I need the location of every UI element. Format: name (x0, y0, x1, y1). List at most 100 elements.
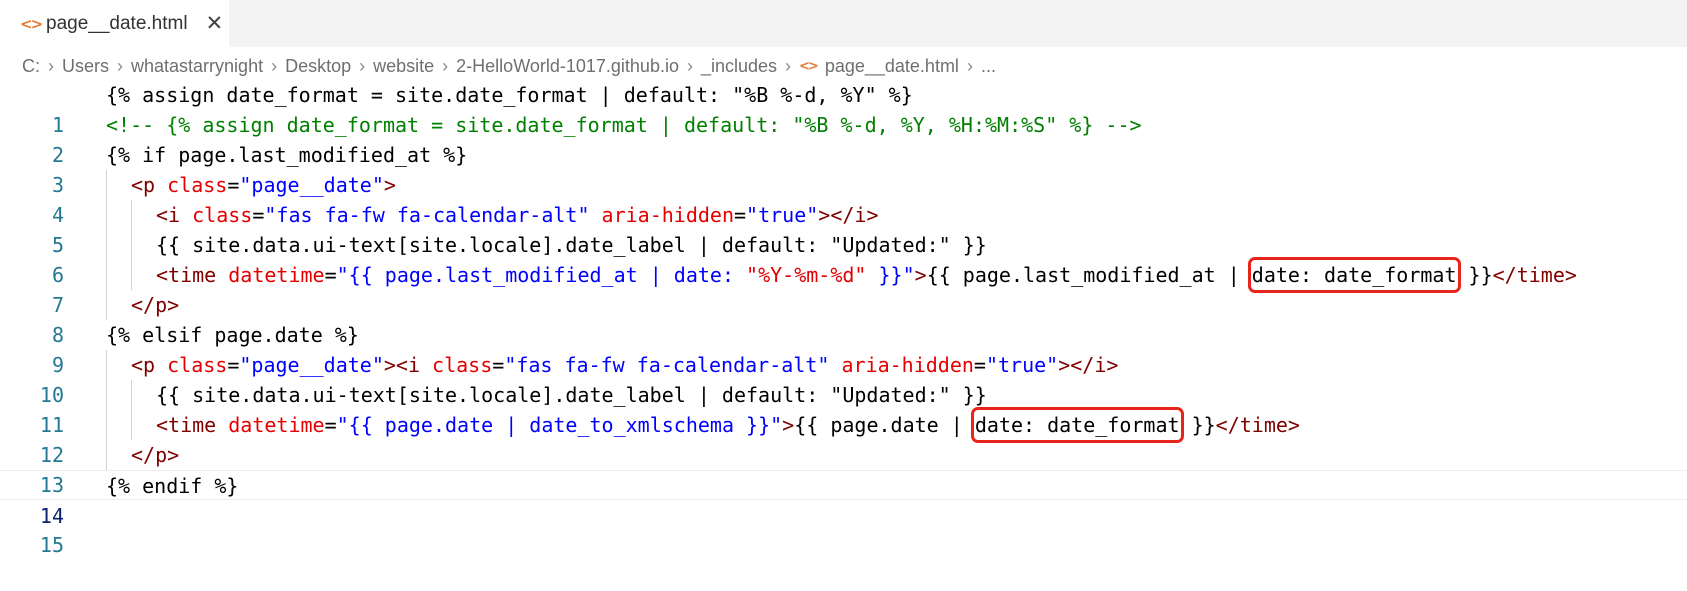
line-content: </p> (131, 443, 180, 467)
code-line: 10 <p class="page__date"><i class="fas f… (0, 350, 1687, 407)
code-line: 7 <time datetime="{{ page.last_modified_… (0, 257, 1687, 317)
html-attr: class (155, 173, 228, 197)
chevron-right-icon: › (442, 55, 449, 76)
line-content: {% elsif page.date %} (106, 323, 359, 347)
line-content: <!-- {% assign date_format = site.date_f… (106, 113, 1142, 137)
breadcrumb-item[interactable]: website (373, 56, 434, 77)
indent-guide (106, 170, 107, 200)
code-line: 3 {% if page.last_modified_at %} (0, 140, 1687, 197)
html-attr: aria-hidden (829, 353, 974, 377)
breadcrumb-item[interactable]: Desktop (285, 56, 351, 77)
line-content: <p class="page__date"> (131, 170, 396, 200)
code-line: 15 (0, 500, 1687, 557)
breadcrumb-item[interactable]: _includes (701, 56, 777, 77)
html-tag: ></i> (818, 203, 879, 227)
line-content: {% endif %} (106, 474, 239, 498)
string: "true" (985, 353, 1059, 377)
html-tag: </time> (1492, 263, 1577, 287)
indent-guide (106, 200, 107, 230)
chevron-right-icon: › (359, 55, 366, 76)
chevron-right-icon: › (966, 55, 973, 76)
indent-guide (131, 260, 132, 290)
liquid-expression: {{ page.last_modified_at | (926, 263, 1252, 287)
code-line: 1 {% assign date_format = site.date_form… (0, 80, 1687, 137)
breadcrumb-item[interactable]: ... (981, 56, 996, 77)
string: "fas fa-fw fa-calendar-alt" (504, 353, 830, 377)
code-line: 8 </p> (0, 290, 1687, 347)
html-tag: <p (131, 353, 156, 377)
indent-guide (106, 350, 107, 380)
breadcrumb-item[interactable]: 2-HelloWorld-1017.github.io (456, 56, 679, 77)
operator: = (324, 263, 337, 287)
code-line-current: 14 {% endif %} (0, 470, 1687, 528)
chevron-right-icon: › (117, 55, 124, 76)
string: }}" (866, 263, 915, 287)
string: "fas fa-fw fa-calendar-alt" (264, 203, 590, 227)
operator: = (492, 353, 505, 377)
code-file-icon: <> (799, 58, 819, 74)
tab-label: page__date.html (46, 12, 188, 34)
string: "{{ page.last_modified_at | date: (336, 263, 747, 287)
chevron-right-icon: › (686, 55, 693, 76)
html-tag: </time> (1215, 413, 1300, 437)
chevron-right-icon: › (271, 55, 278, 76)
chevron-right-icon: › (48, 55, 54, 76)
html-attr: class (180, 203, 253, 227)
breadcrumb-item[interactable]: Users (62, 56, 109, 77)
code-line: 11 {{ site.data.ui-text[site.locale].dat… (0, 380, 1687, 437)
indent-guide (131, 230, 132, 260)
html-attr: class (420, 353, 493, 377)
liquid-expression: {{ page.date | (794, 413, 975, 437)
tab-bar: <> page__date.html ✕ (0, 0, 1687, 47)
close-icon[interactable]: ✕ (206, 11, 224, 36)
indent-guide (106, 290, 107, 320)
indent-guide (131, 380, 132, 410)
breadcrumb-item[interactable]: page__date.html (825, 56, 959, 77)
line-content: <p class="page__date"><i class="fas fa-f… (131, 350, 1118, 380)
code-line: 12 <time datetime="{{ page.date | date_t… (0, 407, 1687, 467)
code-line: 2 <!-- {% assign date_format = site.date… (0, 110, 1687, 167)
line-content: {% if page.last_modified_at %} (106, 143, 468, 167)
operator: = (227, 353, 240, 377)
html-tag: > (782, 413, 795, 437)
operator: = (734, 203, 747, 227)
code-line: 9 {% elsif page.date %} (0, 320, 1687, 377)
operator: = (973, 353, 986, 377)
line-content: <time datetime="{{ page.last_modified_at… (156, 257, 1577, 293)
line-content: <time datetime="{{ page.date | date_to_x… (156, 407, 1300, 443)
string: "page__date" (239, 173, 384, 197)
code-line: 4 <p class="page__date"> (0, 170, 1687, 227)
breadcrumb: C: › Users › whatastarrynight › Desktop › we… (22, 53, 996, 79)
chevron-right-icon: › (785, 55, 792, 76)
html-tag: <p (131, 173, 156, 197)
indent-guide (106, 230, 107, 260)
string: "true" (746, 203, 819, 227)
breadcrumb-item[interactable]: whatastarrynight (131, 56, 263, 77)
indent-guide (106, 410, 107, 440)
indent-guide (131, 200, 132, 230)
string: "{{ page.date | date_to_xmlschema }}" (336, 413, 783, 437)
highlight-date-filter: date: date_format (1247, 257, 1461, 293)
html-tag: <time (156, 263, 217, 287)
highlight-date-filter: date: date_format (970, 407, 1184, 443)
html-tag: ><i (383, 353, 421, 377)
html-tag: > (914, 263, 927, 287)
code-line: 13 </p> (0, 440, 1687, 497)
html-attr: class (155, 353, 228, 377)
html-tag: ></i> (1058, 353, 1119, 377)
indent-guide (131, 410, 132, 440)
string-literal: "%Y-%m-%d" (746, 263, 867, 287)
code-editor[interactable]: 1 {% assign date_format = site.date_form… (0, 80, 1687, 557)
indent-guide (106, 380, 107, 410)
code-line: 6 {{ site.data.ui-text[site.locale].date… (0, 230, 1687, 287)
string: "page__date" (239, 353, 384, 377)
html-attr: aria-hidden (589, 203, 734, 227)
editor-tab[interactable]: <> page__date.html ✕ (0, 0, 229, 47)
html-tag: <time (156, 413, 217, 437)
indent-guide (106, 440, 107, 470)
liquid-expression: }} (1456, 263, 1493, 287)
line-content: {{ site.data.ui-text[site.locale].date_l… (156, 233, 987, 257)
breadcrumb-item[interactable]: C: (22, 56, 40, 77)
line-content: {{ site.data.ui-text[site.locale].date_l… (156, 383, 987, 407)
operator: = (252, 203, 265, 227)
